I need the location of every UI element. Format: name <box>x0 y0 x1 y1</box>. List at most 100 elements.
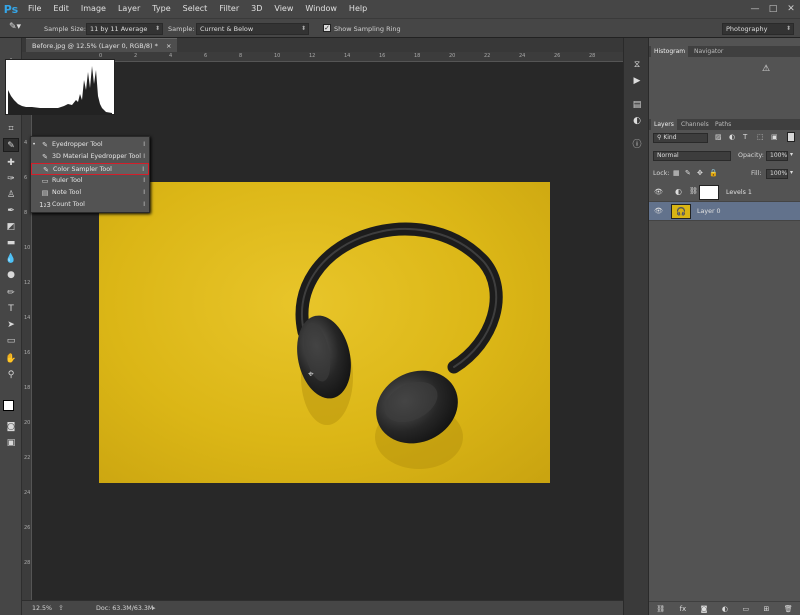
visibility-eye-icon[interactable]: 👁 <box>654 188 663 196</box>
gradient-tool-icon[interactable]: ▬ <box>3 236 19 250</box>
tab-navigator[interactable]: Navigator <box>691 46 726 57</box>
filter-type-icon[interactable]: T <box>743 133 747 141</box>
filter-pixel-icon[interactable]: ▨ <box>715 133 722 141</box>
menu-3d[interactable]: 3D <box>245 0 268 18</box>
menu-file[interactable]: File <box>22 0 47 18</box>
layer-row-layer-0[interactable]: 👁 🎧 Layer 0 <box>649 202 800 221</box>
document-image[interactable] <box>99 182 550 483</box>
zoom-tool-icon[interactable]: ⚲ <box>3 368 19 382</box>
dodge-tool-icon[interactable]: ● <box>3 268 19 282</box>
actions-panel-icon[interactable]: ▶ <box>629 74 645 88</box>
screen-mode-icon[interactable]: ▣ <box>3 436 19 450</box>
opacity-dropdown-icon[interactable]: ▾ <box>790 151 793 158</box>
flyout-color-sampler-tool[interactable]: ✎ Color Sampler Tool I <box>31 163 149 175</box>
sample-select[interactable]: Current & Below <box>196 23 309 35</box>
ruler-tick-label: 12 <box>24 280 31 286</box>
new-layer-icon[interactable]: ⊞ <box>764 605 770 613</box>
layer-row-levels-1[interactable]: 👁 ◐ ⛓ Levels 1 <box>649 183 800 202</box>
ruler-tick-label: 28 <box>589 53 596 59</box>
layer-thumbnail[interactable]: 🎧 <box>671 204 691 219</box>
layer-name[interactable]: Layer 0 <box>697 208 721 215</box>
eraser-tool-icon[interactable]: ◩ <box>3 220 19 234</box>
link-layers-icon[interactable]: ⛓ <box>656 605 665 613</box>
foreground-color-swatch[interactable] <box>3 400 14 411</box>
filter-shape-icon[interactable]: ⬚ <box>757 133 764 141</box>
add-mask-icon[interactable]: ◙ <box>701 605 708 613</box>
crop-tool-icon[interactable]: ⌗ <box>3 122 19 136</box>
eyedropper-icon: ✎ <box>42 141 48 149</box>
flyout-eyedropper-tool[interactable]: • ✎ Eyedropper Tool I <box>31 139 149 151</box>
tab-histogram[interactable]: Histogram <box>651 46 689 57</box>
fill-label: Fill: <box>751 170 762 177</box>
info-panel-icon[interactable]: ⓘ <box>629 138 645 152</box>
adjustments-panel-icon[interactable]: ◐ <box>629 114 645 128</box>
status-menu-arrow-icon[interactable]: ▸ <box>152 604 156 612</box>
lock-image-icon[interactable]: ✎ <box>685 169 691 177</box>
menu-image[interactable]: Image <box>75 0 112 18</box>
menu-window[interactable]: Window <box>299 0 343 18</box>
layer-style-icon[interactable]: fx <box>680 605 687 613</box>
horizontal-ruler[interactable]: 0 2 4 6 8 10 12 14 16 18 20 22 24 26 28 <box>37 52 623 62</box>
flyout-3d-material-eyedropper-tool[interactable]: ✎ 3D Material Eyedropper Tool I <box>31 151 149 163</box>
layer-filter-select[interactable]: ⚲ Kind <box>653 133 708 143</box>
lock-all-icon[interactable]: 🔒 <box>709 169 718 177</box>
menu-edit[interactable]: Edit <box>47 0 75 18</box>
layer-mask-thumbnail[interactable] <box>699 185 719 200</box>
close-window-button[interactable]: ✕ <box>782 0 800 18</box>
visibility-eye-icon[interactable]: 👁 <box>654 207 663 215</box>
blend-mode-select[interactable]: Normal <box>653 151 731 161</box>
workspace-select[interactable]: Photography <box>722 23 794 35</box>
path-selection-tool-icon[interactable]: ➤ <box>3 318 19 332</box>
lock-position-icon[interactable]: ✥ <box>697 169 703 177</box>
new-group-icon[interactable]: ▭ <box>742 605 749 613</box>
menu-help[interactable]: Help <box>343 0 373 18</box>
show-sampling-ring-label: Show Sampling Ring <box>334 25 401 33</box>
hand-tool-icon[interactable]: ✋ <box>3 352 19 366</box>
type-tool-icon[interactable]: T <box>3 302 19 316</box>
close-tab-icon[interactable]: × <box>166 42 171 50</box>
pen-tool-icon[interactable]: ✏ <box>3 286 19 300</box>
tool-preset-eyedropper-icon[interactable]: ✎▾ <box>4 22 26 36</box>
filter-toggle[interactable] <box>787 132 795 142</box>
delete-layer-icon[interactable]: 🗑 <box>784 605 793 613</box>
menu-filter[interactable]: Filter <box>213 0 245 18</box>
maximize-button[interactable]: □ <box>764 0 782 18</box>
blur-tool-icon[interactable]: 💧 <box>3 252 19 266</box>
menu-view[interactable]: View <box>268 0 299 18</box>
healing-brush-tool-icon[interactable]: ✚ <box>3 156 19 170</box>
layer-name[interactable]: Levels 1 <box>726 189 752 196</box>
tab-channels[interactable]: Channels <box>678 119 712 130</box>
flyout-count-tool[interactable]: 1₂3 Count Tool I <box>31 199 149 211</box>
rectangle-tool-icon[interactable]: ▭ <box>3 334 19 348</box>
opacity-input[interactable]: 100% <box>766 151 788 161</box>
menu-layer[interactable]: Layer <box>112 0 146 18</box>
eyedropper-tool-icon[interactable]: ✎ <box>3 138 19 152</box>
sample-size-select[interactable]: 11 by 11 Average <box>86 23 163 35</box>
lock-transparent-icon[interactable]: ▦ <box>673 169 680 177</box>
properties-panel-icon[interactable]: ▤ <box>629 98 645 112</box>
minimize-button[interactable]: — <box>746 0 764 18</box>
document-tab[interactable]: Before.jpg @ 12.5% (Layer 0, RGB/8) * × <box>26 38 178 52</box>
clone-stamp-tool-icon[interactable]: ♙ <box>3 188 19 202</box>
history-panel-icon[interactable]: ⧖ <box>629 58 645 72</box>
flyout-ruler-tool[interactable]: ▭ Ruler Tool I <box>31 175 149 187</box>
histogram-warning-icon[interactable]: ⚠ <box>762 64 774 74</box>
filter-smart-object-icon[interactable]: ▣ <box>771 133 778 141</box>
document-tab-bar: Before.jpg @ 12.5% (Layer 0, RGB/8) * × <box>0 38 623 52</box>
show-sampling-ring-checkbox[interactable]: ✓ <box>323 24 331 32</box>
tab-layers[interactable]: Layers <box>651 119 677 130</box>
fill-input[interactable]: 100% <box>766 169 788 179</box>
mask-link-icon[interactable]: ⛓ <box>689 187 698 195</box>
filter-adjustment-icon[interactable]: ◐ <box>729 133 735 141</box>
quick-mask-icon[interactable]: ◙ <box>3 420 19 434</box>
tab-paths[interactable]: Paths <box>712 119 734 130</box>
history-brush-tool-icon[interactable]: ✒ <box>3 204 19 218</box>
fill-dropdown-icon[interactable]: ▾ <box>790 169 793 176</box>
brush-tool-icon[interactable]: ✑ <box>3 172 19 186</box>
zoom-level[interactable]: 12.5% <box>32 605 52 612</box>
menu-type[interactable]: Type <box>146 0 176 18</box>
menu-select[interactable]: Select <box>177 0 214 18</box>
flyout-note-tool[interactable]: ▤ Note Tool I <box>31 187 149 199</box>
new-adjustment-icon[interactable]: ◐ <box>722 605 728 613</box>
share-icon[interactable]: ⇪ <box>58 604 64 612</box>
